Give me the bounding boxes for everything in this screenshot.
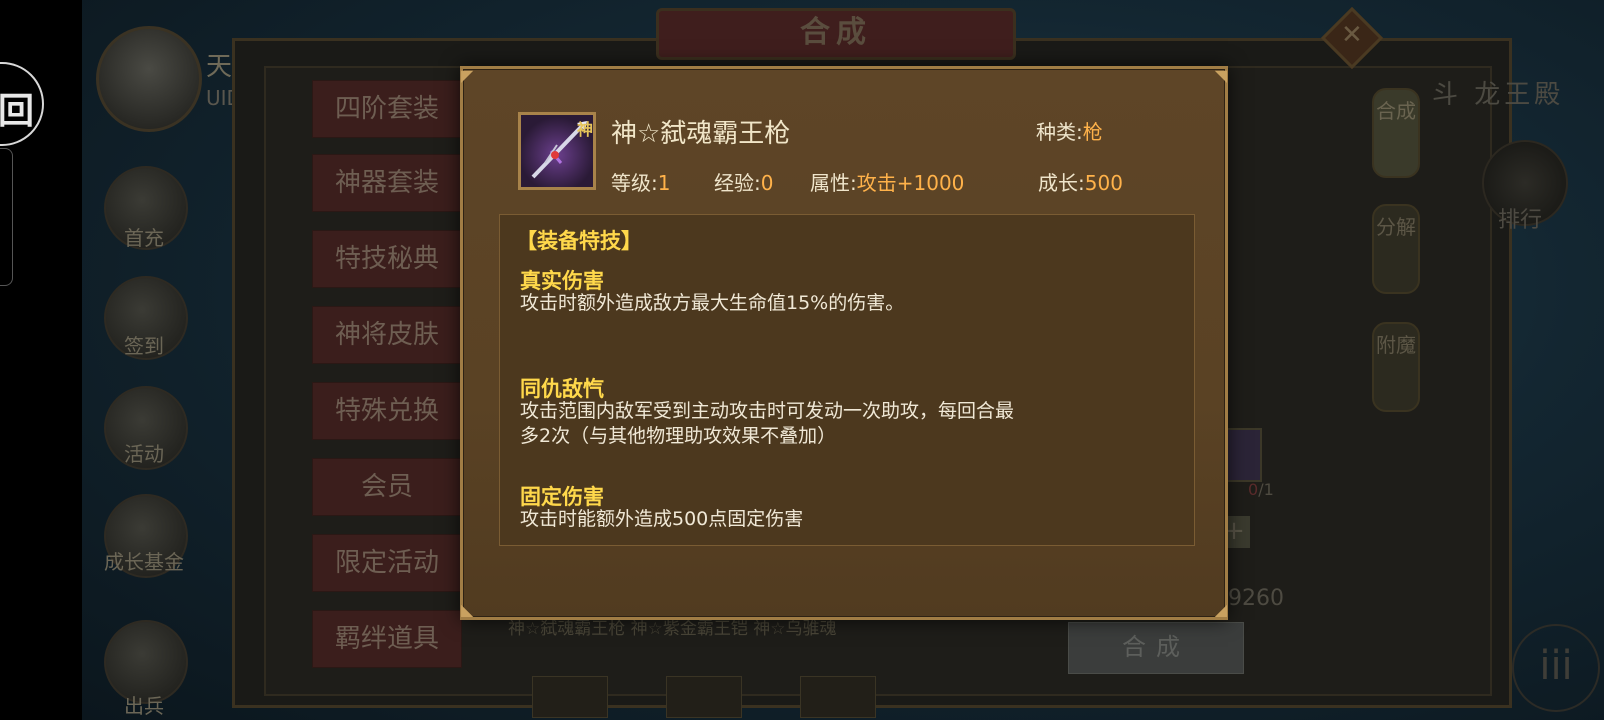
corner-ornament: ◢ [1214, 600, 1227, 619]
craft-button[interactable]: 合成 [1068, 622, 1244, 674]
skill-description: 攻击时额外造成敌方最大生命值15%的伤害。 [520, 292, 905, 314]
side-drawer-tab[interactable] [0, 148, 13, 286]
equipment-skills-box: 【装备特技】 真实伤害 攻击时额外造成敌方最大生命值15%的伤害。 同仇敌忾 攻… [499, 214, 1195, 546]
corner-ornament: ◥ [1214, 66, 1227, 85]
menu-item-limited-event[interactable]: 限定活动 [312, 534, 462, 592]
item-attribute: 属性:攻击+1000 [810, 171, 965, 195]
skill-description: 攻击范围内敌军受到主动攻击时可发动一次助攻，每回合最多2次（与其他物理助攻效果不… [520, 400, 1015, 447]
item-growth: 成长:500 [1038, 171, 1123, 195]
dispatch-label: 出兵 [124, 694, 164, 718]
floating-side-handle[interactable]: 回 [0, 48, 48, 286]
activity-label: 活动 [124, 442, 164, 466]
gold-amount: 9260 [1228, 586, 1284, 611]
item-detail-popup[interactable]: ◤ ◥ ◣ ◢ 神 神☆弑魂霸王枪 种类:枪 等级:1 经验:0 属性:攻击+1… [460, 66, 1228, 620]
tab-decompose[interactable]: 分解 [1372, 204, 1420, 294]
item-exp: 经验:0 [714, 171, 774, 195]
bottom-item-tile[interactable] [666, 676, 742, 718]
menu-item-special-exchange[interactable]: 特殊兑换 [312, 382, 462, 440]
more-menu-button[interactable]: iii [1512, 624, 1600, 712]
growth-fund-label: 成长基金 [104, 550, 184, 574]
first-charge-label: 首充 [124, 226, 164, 250]
section-header: 【装备特技】 [516, 229, 642, 253]
player-avatar[interactable] [96, 26, 202, 132]
bottom-item-tile[interactable] [800, 676, 876, 718]
tab-enchant[interactable]: 附魔 [1372, 322, 1420, 412]
menu-item-general-skin[interactable]: 神将皮肤 [312, 306, 462, 364]
menu-item-tier4-set[interactable]: 四阶套装 [312, 80, 462, 138]
panel-title: 合成 [656, 8, 1016, 60]
spear-item-icon: 神 [518, 112, 596, 190]
item-level: 等级:1 [611, 171, 671, 195]
material-count: 0/1 [1248, 480, 1274, 499]
menu-item-artifact-set[interactable]: 神器套装 [312, 154, 462, 212]
scene-location-title: 斗 龙王殿 [1432, 80, 1565, 110]
sign-in-label: 签到 [124, 334, 164, 358]
item-name: 神☆弑魂霸王枪 [611, 119, 791, 149]
close-icon: ✕ [1341, 20, 1363, 51]
divine-badge: 神 [577, 120, 594, 139]
menu-item-skill-manual[interactable]: 特技秘典 [312, 230, 462, 288]
floating-ball-icon[interactable]: 回 [0, 62, 44, 146]
corner-ornament: ◣ [461, 600, 474, 619]
menu-item-bond-items[interactable]: 羁绊道具 [312, 610, 462, 668]
bottom-item-tile[interactable] [532, 676, 608, 718]
corner-ornament: ◤ [461, 66, 474, 85]
menu-item-vip[interactable]: 会员 [312, 458, 462, 516]
skill-description: 攻击时能额外造成500点固定伤害 [520, 508, 804, 530]
item-type: 种类:枪 [1036, 120, 1103, 144]
ranking-label: 排行 [1498, 208, 1543, 233]
tab-synthesis[interactable]: 合成 [1372, 88, 1420, 178]
